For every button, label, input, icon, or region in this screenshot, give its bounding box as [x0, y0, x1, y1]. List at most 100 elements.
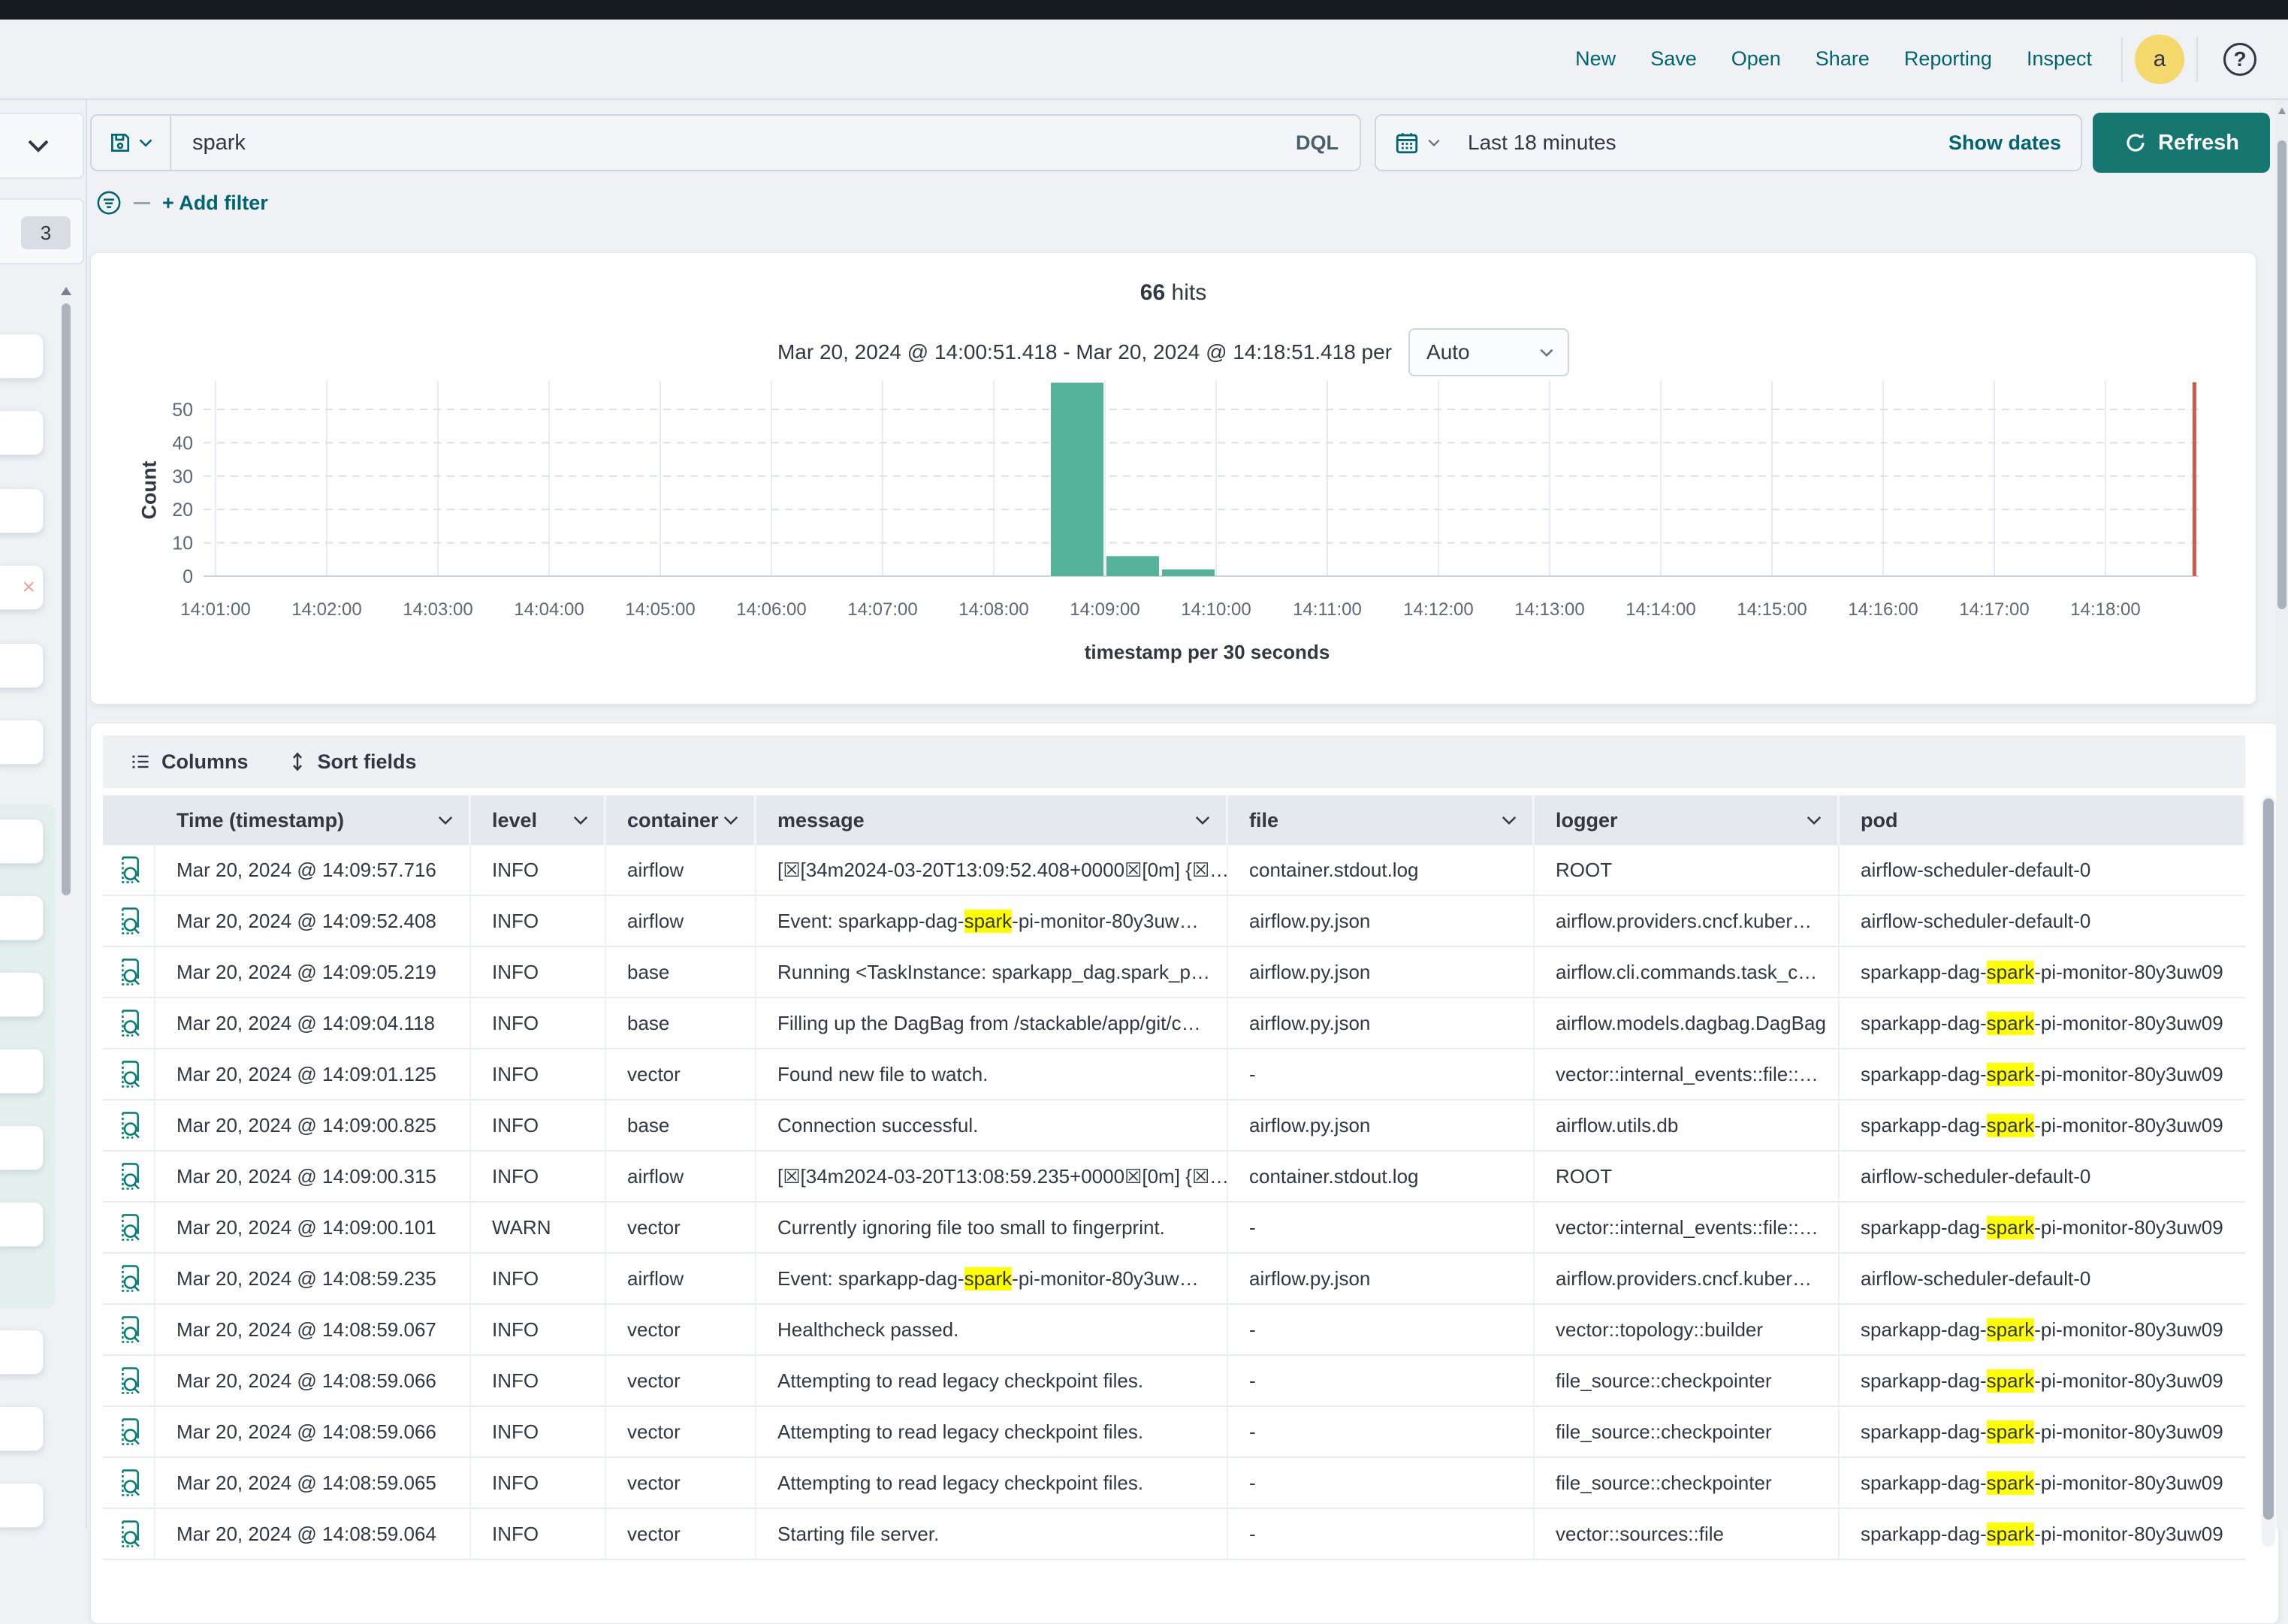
nav-new[interactable]: New	[1575, 47, 1616, 71]
nav-reporting[interactable]: Reporting	[1904, 47, 1992, 71]
expand-document-button[interactable]	[103, 1509, 155, 1559]
field-card[interactable]	[0, 643, 44, 688]
columns-button[interactable]: Columns	[130, 750, 249, 774]
highlighted-term: spark	[1987, 1523, 2035, 1546]
field-card[interactable]	[0, 488, 44, 533]
field-card[interactable]: ×	[0, 565, 44, 610]
expand-document-button[interactable]	[103, 1458, 155, 1508]
expand-document-button[interactable]	[103, 998, 155, 1048]
field-card[interactable]	[0, 1483, 44, 1528]
table-row[interactable]: Mar 20, 2024 @ 14:09:00.315 INFO airflow…	[103, 1152, 2245, 1203]
inspect-document-icon	[116, 907, 141, 935]
expand-document-button[interactable]	[103, 896, 155, 946]
date-quick-select-button[interactable]	[1376, 130, 1457, 155]
filter-icon[interactable]	[96, 190, 122, 216]
table-row[interactable]: Mar 20, 2024 @ 14:08:59.066 INFO vector …	[103, 1356, 2245, 1407]
search-input[interactable]: spark	[171, 116, 1275, 170]
y-tick-label: 10	[172, 533, 193, 554]
cell-message: Attempting to read legacy checkpoint fil…	[756, 1458, 1228, 1508]
field-card[interactable]	[0, 410, 44, 455]
remove-field-icon[interactable]: ×	[22, 575, 43, 600]
chevron-down-icon[interactable]	[1806, 815, 1822, 826]
show-dates-button[interactable]: Show dates	[1948, 131, 2081, 155]
table-row[interactable]: Mar 20, 2024 @ 14:09:57.716 INFO airflow…	[103, 845, 2245, 896]
cell-time: Mar 20, 2024 @ 14:09:52.408	[155, 896, 471, 946]
cell-logger: ROOT	[1535, 1152, 1840, 1201]
help-icon[interactable]: ?	[2223, 43, 2256, 76]
expand-document-button[interactable]	[103, 1254, 155, 1303]
sort-fields-button[interactable]: Sort fields	[288, 750, 417, 774]
column-header-time-timestamp-[interactable]: Time (timestamp)	[155, 795, 471, 845]
expand-document-button[interactable]	[103, 1100, 155, 1150]
fields-scroll-up-icon[interactable]	[61, 287, 71, 295]
saved-query-menu-button[interactable]	[92, 116, 171, 170]
field-card[interactable]	[0, 895, 44, 940]
field-card[interactable]	[0, 1125, 44, 1170]
chevron-down-icon[interactable]	[1194, 815, 1211, 826]
nav-inspect[interactable]: Inspect	[2027, 47, 2092, 71]
scroll-up-arrow-icon[interactable]	[2278, 107, 2286, 114]
table-row[interactable]: Mar 20, 2024 @ 14:08:59.067 INFO vector …	[103, 1305, 2245, 1356]
field-card[interactable]	[0, 1202, 44, 1247]
page-scrollbar[interactable]	[2276, 100, 2288, 1528]
chevron-down-icon[interactable]	[723, 815, 739, 826]
avatar[interactable]: a	[2135, 35, 2184, 84]
column-header-file[interactable]: file	[1228, 795, 1535, 845]
time-range-value[interactable]: Last 18 minutes	[1457, 131, 1948, 155]
chevron-down-icon[interactable]	[572, 815, 589, 826]
query-language-button[interactable]: DQL	[1275, 116, 1360, 170]
expand-document-button[interactable]	[103, 1049, 155, 1099]
column-header-message[interactable]: message	[756, 795, 1228, 845]
field-card[interactable]	[0, 1406, 44, 1451]
expand-document-button[interactable]	[103, 1407, 155, 1456]
chevron-down-icon[interactable]	[437, 815, 454, 826]
chevron-down-icon[interactable]	[1501, 815, 1517, 826]
fields-scrollbar[interactable]	[62, 303, 71, 895]
table-row[interactable]: Mar 20, 2024 @ 14:08:59.066 INFO vector …	[103, 1407, 2245, 1458]
y-tick-label: 30	[172, 466, 193, 488]
column-header-logger[interactable]: logger	[1535, 795, 1840, 845]
expand-document-button[interactable]	[103, 1305, 155, 1354]
refresh-button[interactable]: Refresh	[2093, 113, 2270, 173]
table-scrollbar-thumb[interactable]	[2263, 798, 2274, 1520]
expand-document-button[interactable]	[103, 1203, 155, 1252]
histogram-bar[interactable]	[1051, 382, 1103, 576]
table-row[interactable]: Mar 20, 2024 @ 14:09:01.125 INFO vector …	[103, 1049, 2245, 1100]
field-card[interactable]	[0, 334, 44, 379]
histogram-chart[interactable]: 14:01:0014:02:0014:03:0014:04:0014:05:00…	[91, 366, 2257, 636]
table-row[interactable]: Mar 20, 2024 @ 14:09:00.101 WARN vector …	[103, 1203, 2245, 1254]
table-row[interactable]: Mar 20, 2024 @ 14:08:59.064 INFO vector …	[103, 1509, 2245, 1560]
table-row[interactable]: Mar 20, 2024 @ 14:08:59.235 INFO airflow…	[103, 1254, 2245, 1305]
table-scrollbar[interactable]	[2262, 795, 2275, 1547]
nav-save[interactable]: Save	[1650, 47, 1697, 71]
table-row[interactable]: Mar 20, 2024 @ 14:09:04.118 INFO base Fi…	[103, 998, 2245, 1049]
cell-logger: vector::sources::file	[1535, 1509, 1840, 1559]
column-header-container[interactable]: container	[606, 795, 756, 845]
add-filter-button[interactable]: + Add filter	[162, 192, 268, 215]
field-card[interactable]	[0, 1330, 44, 1375]
expand-document-button[interactable]	[103, 1152, 155, 1201]
table-row[interactable]: Mar 20, 2024 @ 14:09:00.825 INFO base Co…	[103, 1100, 2245, 1152]
nav-share[interactable]: Share	[1816, 47, 1870, 71]
column-header-level[interactable]: level	[471, 795, 606, 845]
field-card[interactable]	[0, 1049, 44, 1094]
expand-document-button[interactable]	[103, 1356, 155, 1405]
columns-list-icon	[130, 751, 151, 772]
histogram-bar[interactable]	[1162, 569, 1215, 576]
expand-document-button[interactable]	[103, 947, 155, 997]
field-card[interactable]	[0, 720, 44, 765]
table-row[interactable]: Mar 20, 2024 @ 14:09:52.408 INFO airflow…	[103, 896, 2245, 947]
table-row[interactable]: Mar 20, 2024 @ 14:08:59.065 INFO vector …	[103, 1458, 2245, 1509]
cell-message: Attempting to read legacy checkpoint fil…	[756, 1407, 1228, 1456]
table-row[interactable]: Mar 20, 2024 @ 14:09:05.219 INFO base Ru…	[103, 947, 2245, 998]
column-header-pod[interactable]: pod	[1840, 795, 2245, 845]
field-card[interactable]	[0, 972, 44, 1017]
nav-open[interactable]: Open	[1731, 47, 1781, 71]
histogram-bar[interactable]	[1106, 556, 1159, 576]
sidebar-collapse-button[interactable]	[0, 113, 84, 179]
inspect-document-icon	[116, 1520, 141, 1548]
expand-document-button[interactable]	[103, 845, 155, 895]
highlighted-term: spark	[1987, 1420, 2035, 1444]
field-card[interactable]	[0, 819, 44, 864]
page-scrollbar-thumb[interactable]	[2277, 140, 2286, 609]
